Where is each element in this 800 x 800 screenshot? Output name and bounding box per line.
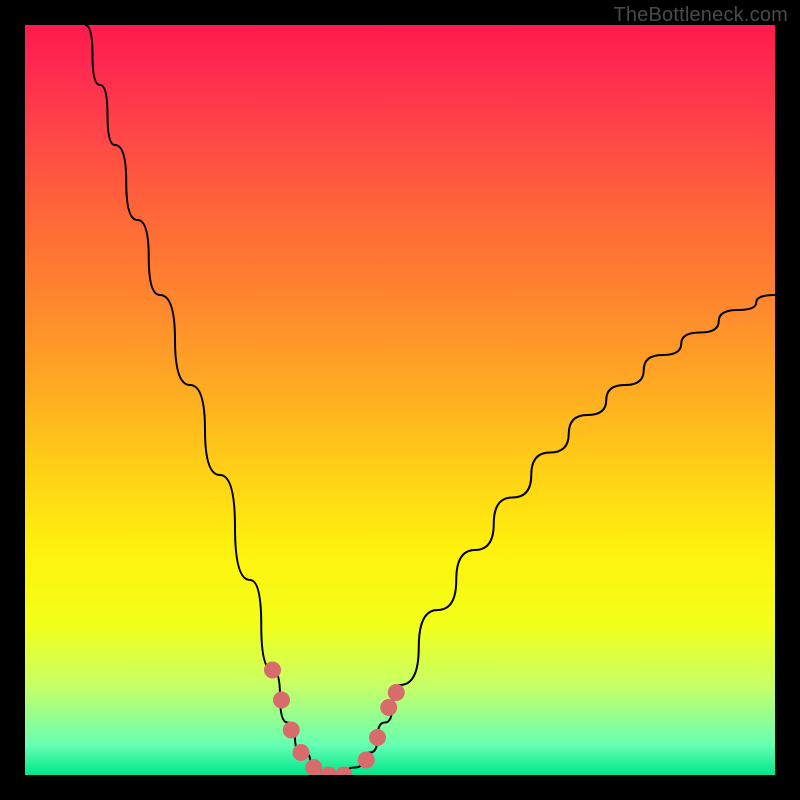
curve-marker bbox=[264, 662, 281, 679]
curve-marker bbox=[369, 729, 386, 746]
curve-marker bbox=[293, 744, 310, 761]
curve-marker bbox=[380, 699, 397, 716]
curve-marker bbox=[320, 767, 337, 776]
curve-marker bbox=[305, 759, 322, 775]
bottleneck-curve bbox=[85, 25, 775, 775]
watermark-text: TheBottleneck.com bbox=[613, 4, 788, 27]
chart-frame: TheBottleneck.com bbox=[0, 0, 800, 800]
curve-marker bbox=[283, 722, 300, 739]
curve-marker bbox=[358, 752, 375, 769]
plot-area bbox=[25, 25, 775, 775]
marker-group bbox=[264, 662, 405, 776]
curve-svg bbox=[25, 25, 775, 775]
curve-marker bbox=[273, 692, 290, 709]
curve-marker bbox=[388, 684, 405, 701]
